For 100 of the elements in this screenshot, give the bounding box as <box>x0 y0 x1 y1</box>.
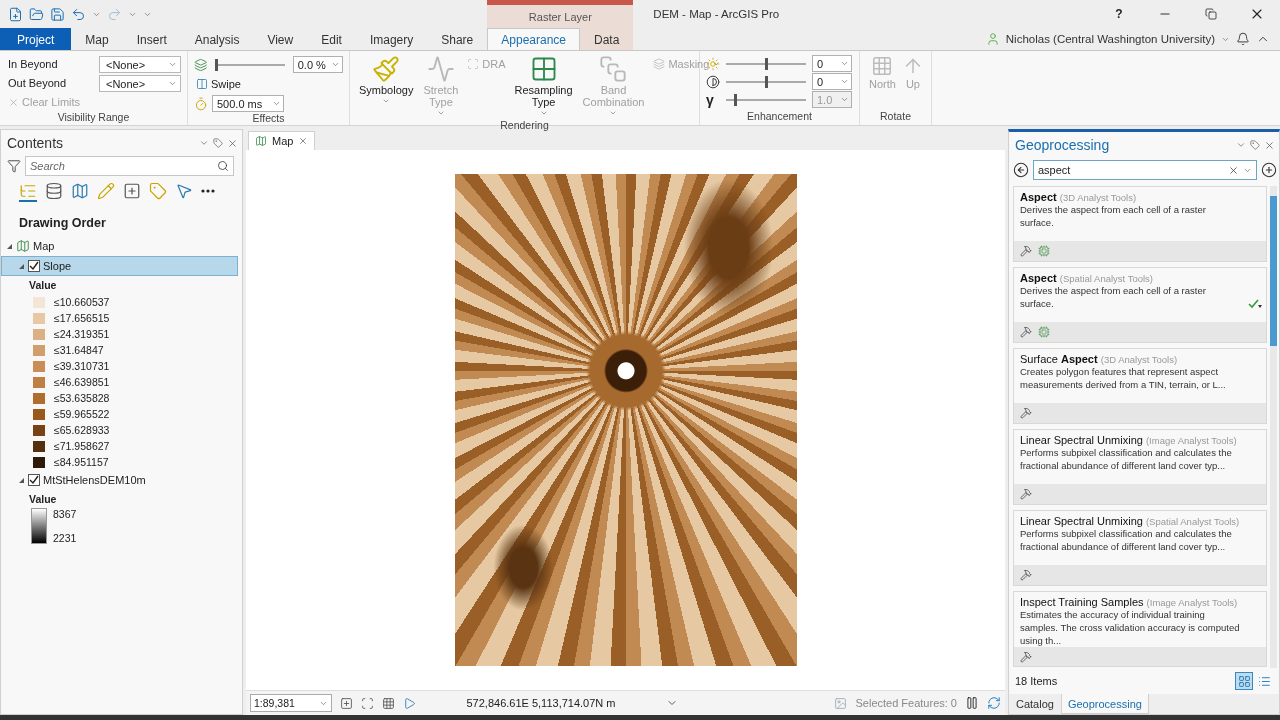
more-button[interactable] <box>201 189 215 195</box>
checkbox[interactable] <box>28 474 40 486</box>
database-icon <box>45 182 63 200</box>
scale-dropdown[interactable]: <None> <box>99 56 181 73</box>
tool-description: Creates polygon features that represent aspect measurements derived from a TIN, terrain, or L... <box>1020 365 1227 391</box>
spin-icon <box>331 60 340 69</box>
checkbox[interactable] <box>28 260 40 272</box>
ribbon-tab[interactable]: Data <box>580 28 634 50</box>
ribbon-button[interactable]: Symbology <box>356 53 417 119</box>
user-menu[interactable]: Nicholas (Central Washington University) <box>1005 33 1215 45</box>
map-icon <box>71 182 89 200</box>
timer-icon <box>194 96 208 111</box>
toolbox-name: (Image Analyst Tools) <box>1145 435 1237 446</box>
group-label: Effects <box>251 112 286 125</box>
clear-icon <box>1228 164 1239 176</box>
pane-tab[interactable]: Catalog <box>1009 694 1061 714</box>
slider-thumb[interactable] <box>764 57 768 70</box>
hammer-icon <box>1020 407 1032 419</box>
coordinates-readout: 572,846.61E 5,113,714.07N m <box>465 697 617 709</box>
ribbon-tab[interactable]: Share <box>427 28 488 50</box>
ribbon-tab[interactable]: Analysis <box>180 28 254 50</box>
ribbon-button-icon <box>653 58 666 70</box>
group-label: Enhancement <box>746 110 813 124</box>
swipe-button[interactable]: Swipe <box>194 75 343 93</box>
layer-row[interactable]: Slope <box>1 256 238 276</box>
legend-label: ≤10.660537 <box>54 296 110 308</box>
group-label: Visibility Range <box>56 111 131 125</box>
grid-plus-icon <box>123 182 141 200</box>
tool-card[interactable]: Linear Spectral Unmixing (Image Analyst Tools) Performs subpixel classification and calculates the fractional abundance of different land cover typ... <box>1013 429 1267 505</box>
tool-card[interactable]: Aspect (3D Analyst Tools) Derives the aspect from each cell of a raster surface. <box>1013 186 1267 262</box>
gamma-symbol: γ <box>706 91 715 108</box>
scale-dropdown[interactable]: <None> <box>99 75 181 92</box>
ribbon-button-icon <box>426 55 455 83</box>
legend-label: ≤31.64847 <box>54 344 104 356</box>
collapse-triangle-icon[interactable] <box>18 476 25 484</box>
tool-name: Aspect <box>1020 272 1057 284</box>
legend-label: ≤59.965522 <box>54 408 110 420</box>
ribbon-tab[interactable]: View <box>253 28 308 50</box>
map-view-tab[interactable]: Map <box>248 131 316 150</box>
layer-name: Map <box>33 240 55 252</box>
tool-name: Inspect Training Samples <box>1020 596 1144 608</box>
collapse-triangle-icon[interactable] <box>18 262 25 270</box>
tool-card[interactable]: Linear Spectral Unmixing (Spatial Analyst Tools) Performs subpixel classification and calculates the fractional abundance of different land cover typ... <box>1013 510 1267 586</box>
enhancement-field[interactable]: 0 <box>812 55 852 72</box>
hammer-icon <box>1020 326 1032 338</box>
scale-dropdown[interactable]: 1:89,381 <box>250 694 332 712</box>
pane-tab[interactable]: Geoprocessing <box>1060 694 1149 714</box>
view-toggle-button[interactable] <box>1235 672 1253 690</box>
add-icon <box>340 696 353 710</box>
ribbon-tab[interactable]: Appearance <box>487 28 580 50</box>
legend-label: ≤39.310731 <box>54 360 110 372</box>
tool-description: Performs subpixel classification and calculates the fractional abundance of different land cover typ... <box>1020 446 1233 472</box>
list-by-source-button[interactable] <box>45 182 63 202</box>
search-field[interactable]: aspect <box>1033 160 1257 180</box>
slider-thumb[interactable] <box>764 75 768 88</box>
visibility-limit-button[interactable]: Out Beyond <box>6 74 93 92</box>
window-title: DEM - Map - ArcGIS Pro <box>653 8 781 20</box>
undo-icon <box>71 6 86 22</box>
visibility-limit-button[interactable]: In Beyond <box>6 55 93 73</box>
toolbox-name: (Spatial Analyst Tools) <box>1145 516 1240 527</box>
tool-card[interactable]: Inspect Training Samples (Image Analyst Tools) Estimates the accuracy of individual training samples. The cross validation accuracy is computed using th... <box>1013 591 1267 667</box>
chip-icon <box>1038 326 1050 338</box>
grid-icon <box>382 696 395 710</box>
scrollbar[interactable] <box>1270 186 1277 668</box>
map-icon <box>16 239 30 253</box>
flicker-field[interactable]: 500.0 ms <box>212 95 284 112</box>
ribbon-button[interactable]: Resampling Type <box>511 53 576 119</box>
bell-icon <box>1236 32 1250 46</box>
caret-icon <box>609 109 618 117</box>
layer-name: MtStHelensDEM10m <box>43 474 146 486</box>
tool-description: Performs subpixel classification and calculates the fractional abundance of different land cover typ... <box>1020 527 1233 553</box>
close-icon <box>1264 139 1275 151</box>
selected-features-count: Selected Features: 0 <box>855 697 957 709</box>
close-icon <box>298 136 309 146</box>
ribbon-tab[interactable]: Project <box>0 28 72 50</box>
ribbon-tab[interactable]: Edit <box>307 28 356 50</box>
ribbon-tab[interactable]: Imagery <box>355 28 428 50</box>
ribbon-button-icon <box>467 58 480 70</box>
tool-card[interactable]: Aspect (Spatial Analyst Tools) Derives the aspect from each cell of a raster surface. <box>1013 267 1267 343</box>
check-icon[interactable] <box>1248 298 1262 310</box>
toolbox-name: (3D Analyst Tools) <box>1059 192 1137 203</box>
transparency-field[interactable]: 0.0 % <box>292 56 343 73</box>
list-by-drawing-order-button[interactable] <box>19 182 37 202</box>
close-icon <box>227 137 238 149</box>
slider-thumb[interactable] <box>215 58 219 71</box>
ribbon-tab[interactable]: Insert <box>122 28 181 50</box>
ribbon-tab[interactable]: Map <box>71 28 123 50</box>
search-icon <box>217 160 229 172</box>
legend-label: 8367 <box>53 508 77 520</box>
help-button[interactable]: ? <box>1096 0 1142 28</box>
search-field[interactable]: Search <box>25 156 234 176</box>
refresh-icon <box>987 696 1001 710</box>
enhancement-field[interactable]: 0 <box>812 73 852 90</box>
layer-row[interactable]: Map <box>1 236 238 256</box>
collapse-triangle-icon[interactable] <box>6 242 13 250</box>
layer-row[interactable]: MtStHelensDEM10m <box>1 470 238 490</box>
section-heading: Drawing Order <box>18 215 107 232</box>
map-canvas[interactable] <box>246 150 1005 690</box>
legend-heading: Value <box>28 278 58 293</box>
tool-card[interactable]: Surface Aspect (3D Analyst Tools) Creates polygon features that represent aspect measurements derived from a TIN, terrain, or L... <box>1013 348 1267 424</box>
